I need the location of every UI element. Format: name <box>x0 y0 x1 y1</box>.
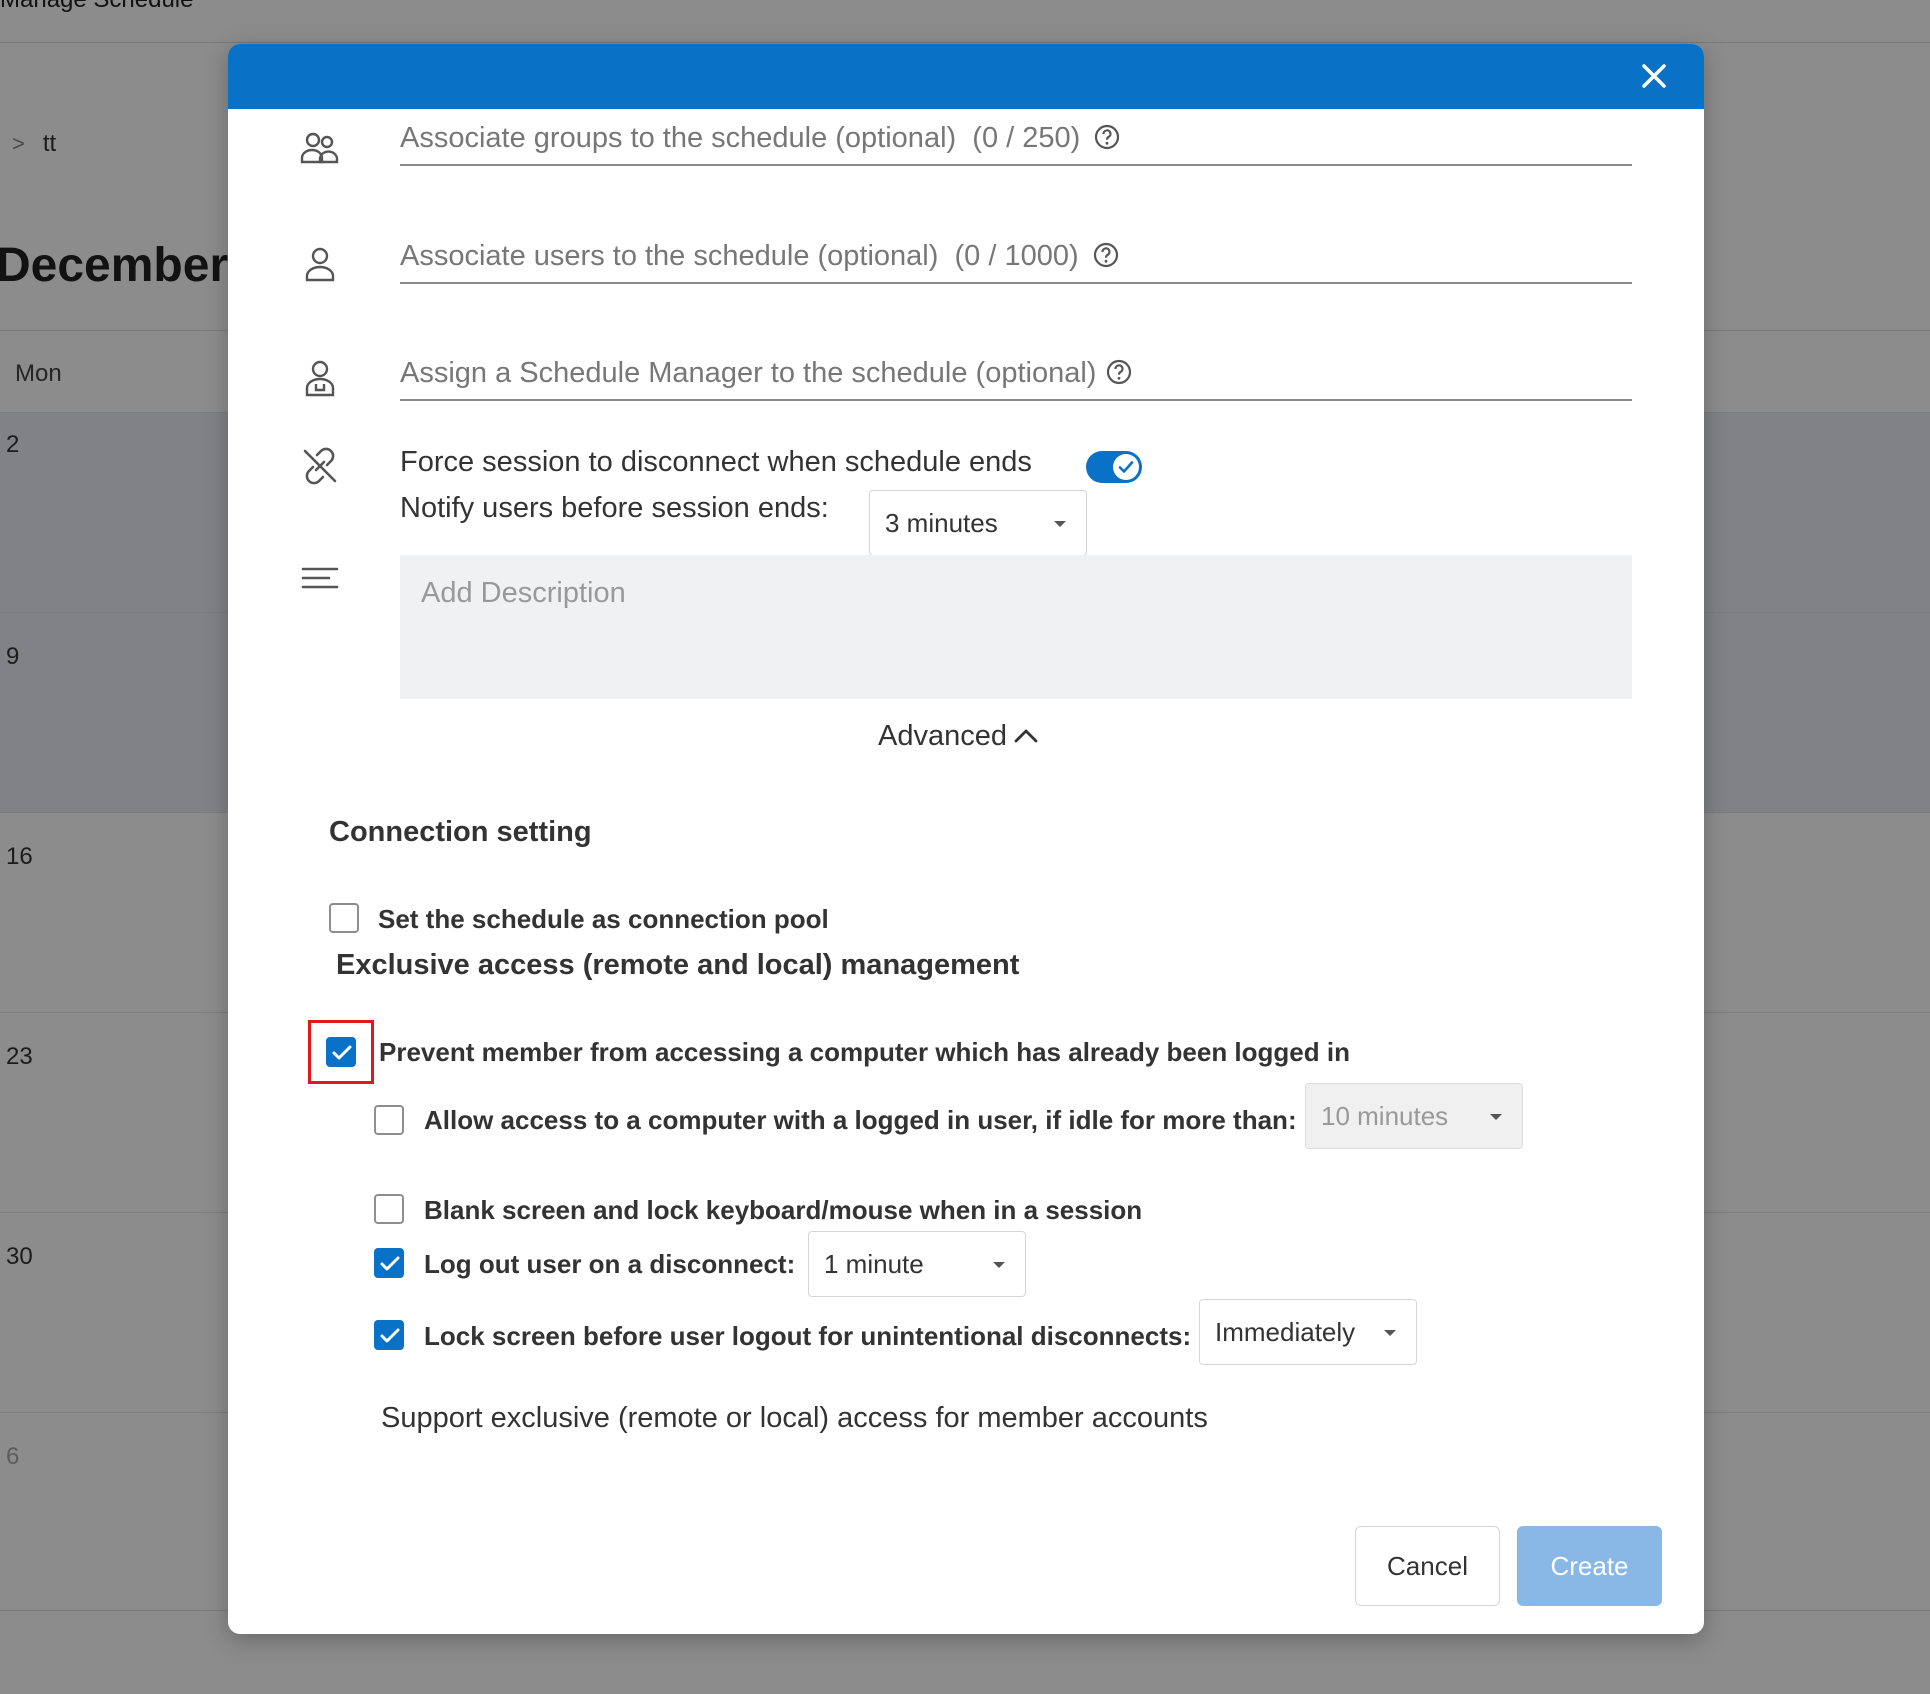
notify-label: Notify users before session ends: <box>400 492 829 524</box>
user-icon <box>305 247 335 282</box>
check-icon <box>1118 461 1134 473</box>
idle-time-select[interactable]: 10 minutes <box>1305 1083 1523 1149</box>
check-icon <box>380 1328 400 1343</box>
disconnect-link-icon <box>303 447 337 485</box>
force-disconnect-toggle[interactable] <box>1086 451 1142 483</box>
description-lines-icon <box>301 567 339 589</box>
connection-pool-label: Set the schedule as connection pool <box>378 904 829 934</box>
manager-field-label: Assign a Schedule Manager to the schedul… <box>400 357 1097 389</box>
users-group-icon <box>300 132 339 164</box>
users-field-label: Associate users to the schedule (optiona… <box>400 240 1079 272</box>
chevron-down-icon <box>1054 521 1066 527</box>
prevent-access-checkbox[interactable] <box>326 1037 356 1067</box>
logout-time-select[interactable]: 1 minute <box>808 1231 1026 1297</box>
logout-label: Log out user on a disconnect: <box>424 1249 796 1279</box>
chevron-up-icon <box>1014 729 1038 743</box>
chevron-down-icon <box>993 1262 1005 1268</box>
dialog-header <box>228 44 1704 109</box>
support-exclusive-text: Support exclusive (remote or local) acce… <box>381 1402 1208 1434</box>
prevent-access-label: Prevent member from accessing a computer… <box>379 1037 1350 1067</box>
cancel-button[interactable]: Cancel <box>1355 1526 1500 1606</box>
groups-field[interactable]: Associate groups to the schedule (option… <box>400 116 1632 166</box>
logout-time-value: 1 minute <box>824 1249 924 1279</box>
connection-pool-checkbox[interactable] <box>329 903 359 933</box>
toggle-knob <box>1113 454 1139 480</box>
check-icon <box>380 1256 400 1271</box>
lock-screen-checkbox[interactable] <box>374 1320 404 1350</box>
help-icon[interactable] <box>1106 359 1132 385</box>
chevron-down-icon <box>1490 1114 1502 1120</box>
manager-field[interactable]: Assign a Schedule Manager to the schedul… <box>400 351 1632 401</box>
connection-setting-title: Connection setting <box>329 816 592 848</box>
notify-select-value: 3 minutes <box>885 508 998 538</box>
check-icon <box>332 1045 352 1060</box>
manager-icon <box>305 360 335 397</box>
idle-time-value: 10 minutes <box>1321 1101 1449 1131</box>
allow-idle-label: Allow access to a computer with a logged… <box>424 1105 1297 1135</box>
description-textarea[interactable]: Add Description <box>400 555 1632 699</box>
advanced-label: Advanced <box>878 720 1007 752</box>
allow-idle-checkbox[interactable] <box>374 1105 404 1135</box>
blank-screen-checkbox[interactable] <box>374 1194 404 1224</box>
create-button[interactable]: Create <box>1517 1526 1662 1606</box>
exclusive-access-title: Exclusive access (remote and local) mana… <box>336 949 1020 981</box>
force-disconnect-label: Force session to disconnect when schedul… <box>400 446 1032 478</box>
chevron-down-icon <box>1384 1330 1396 1336</box>
users-field[interactable]: Associate users to the schedule (optiona… <box>400 234 1632 284</box>
lock-screen-label: Lock screen before user logout for unint… <box>424 1321 1192 1351</box>
help-icon[interactable] <box>1094 124 1120 150</box>
groups-field-label: Associate groups to the schedule (option… <box>400 122 1081 154</box>
lock-screen-select[interactable]: Immediately <box>1199 1299 1417 1365</box>
close-icon[interactable] <box>1634 56 1674 96</box>
logout-checkbox[interactable] <box>374 1248 404 1278</box>
help-icon[interactable] <box>1093 242 1119 268</box>
description-placeholder: Add Description <box>421 577 626 609</box>
notify-select[interactable]: 3 minutes <box>869 490 1087 556</box>
advanced-toggle[interactable]: Advanced <box>878 720 1039 753</box>
lock-screen-value: Immediately <box>1215 1317 1356 1347</box>
create-schedule-dialog: Associate groups to the schedule (option… <box>228 44 1704 1634</box>
blank-screen-label: Blank screen and lock keyboard/mouse whe… <box>424 1195 1143 1225</box>
